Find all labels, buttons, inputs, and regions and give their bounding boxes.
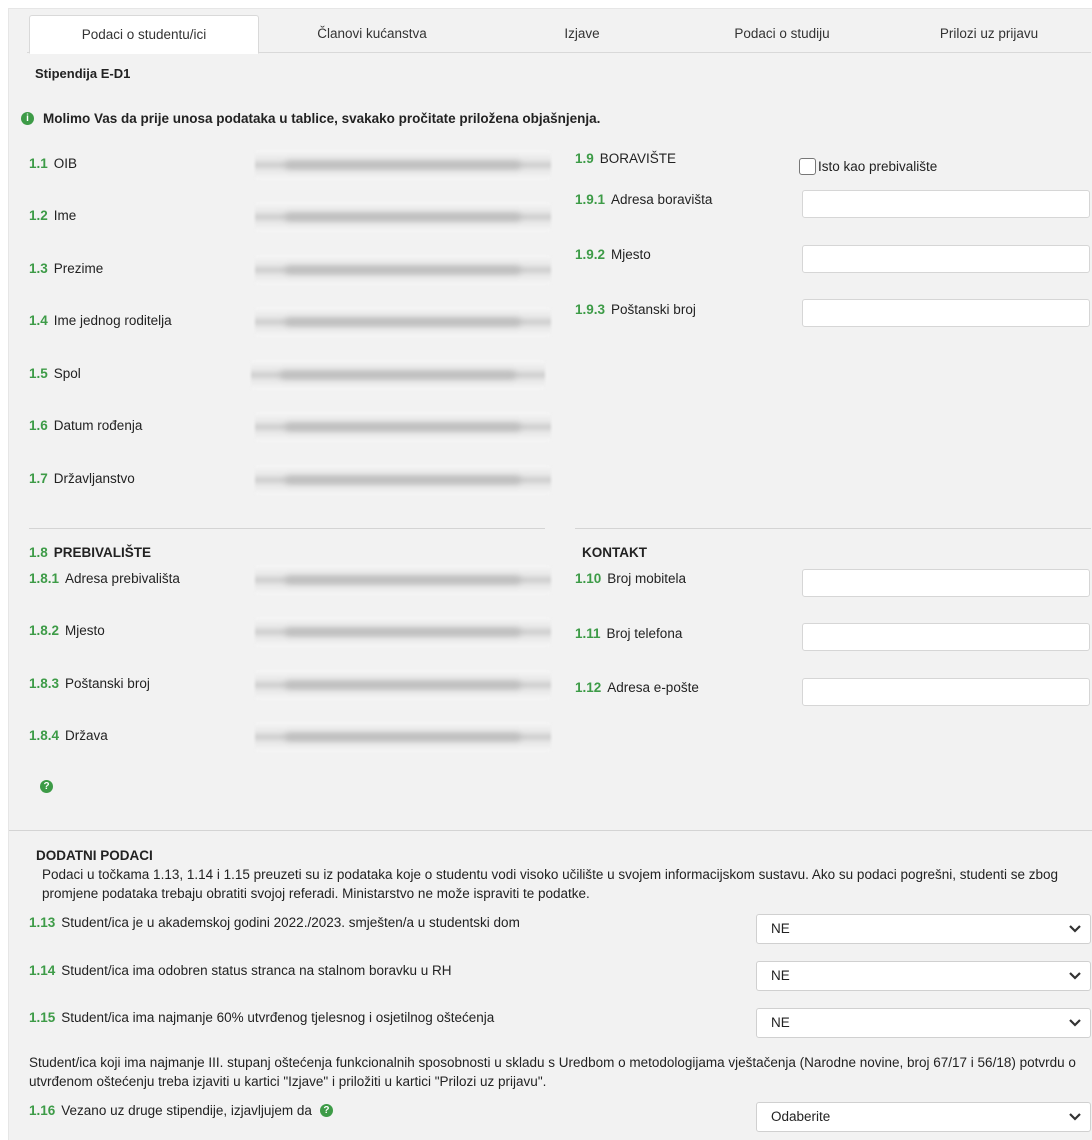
broj-mobitela-input[interactable]: [802, 569, 1090, 597]
question-1-14-select[interactable]: NE: [756, 961, 1091, 991]
mjesto-prebivalista-blurred: [255, 617, 551, 647]
postanski-broj-boravista-input[interactable]: [802, 299, 1090, 327]
question-1-16-select[interactable]: Odaberite: [756, 1102, 1091, 1132]
form-title: Stipendija E-D1: [35, 66, 131, 81]
mjesto-boravista-input[interactable]: [802, 245, 1090, 273]
field-label-adresa-prebivalista: 1.8.1 Adresa prebivališta: [29, 571, 180, 586]
info-message: i Molimo Vas da prije unosa podataka u t…: [21, 111, 600, 126]
field-label-postanski-broj-boravista: 1.9.3 Poštanski broj: [575, 302, 696, 317]
adresa-prebivalista-blurred: [255, 565, 551, 595]
drzavljanstvo-value-blurred: [255, 465, 551, 495]
dodatni-note-line1: Student/ica koji ima najmanje III. stupa…: [29, 1055, 1076, 1070]
tab-clanovi-kucanstva[interactable]: Članovi kućanstva: [267, 15, 477, 54]
divider: [575, 528, 1091, 529]
chevron-down-icon: [1069, 972, 1081, 980]
select-value: NE: [771, 968, 790, 983]
dodatni-podaci-heading: DODATNI PODACI: [36, 848, 153, 863]
field-label-datum-rodjenja: 1.6 Datum rođenja: [29, 418, 143, 433]
question-1-15-select[interactable]: NE: [756, 1008, 1091, 1038]
dodatni-intro-line1: Podaci u točkama 1.13, 1.14 i 1.15 preuz…: [42, 867, 1059, 882]
question-1-15-label: 1.15 Student/ica ima najmanje 60% utvrđen…: [29, 1010, 495, 1025]
select-value: NE: [771, 1015, 790, 1030]
question-1-14-label: 1.14 Student/ica ima odobren status stran…: [29, 963, 452, 978]
field-label-ime: 1.2 Ime: [29, 208, 77, 223]
tab-bar: Podaci o studentu/ici Članovi kućanstva …: [27, 15, 1091, 54]
field-label-mjesto-prebivalista: 1.8.2 Mjesto: [29, 623, 105, 638]
select-value: NE: [771, 921, 790, 936]
field-label-spol: 1.5 Spol: [29, 366, 81, 381]
divider: [9, 830, 1092, 831]
checkbox-box[interactable]: [799, 158, 816, 175]
question-1-13-select[interactable]: NE: [756, 914, 1091, 944]
adresa-boravista-input[interactable]: [802, 190, 1090, 218]
dodatni-note-line2: utvrđenom oštećenju treba izjaviti u kar…: [29, 1074, 547, 1089]
prezime-value-blurred: [255, 255, 551, 285]
field-label-adresa-e-poste: 1.12 Adresa e-pošte: [575, 680, 699, 695]
tab-podaci-o-studentu[interactable]: Podaci o studentu/ici: [29, 15, 259, 54]
datum-value-blurred: [255, 412, 551, 442]
checkbox-label: Isto kao prebivalište: [818, 159, 938, 174]
spol-value-blurred: [251, 360, 545, 390]
field-label-broj-mobitela: 1.10 Broj mobitela: [575, 571, 687, 586]
chevron-down-icon: [1069, 1113, 1081, 1121]
field-label-drzavljanstvo: 1.7 Državljanstvo: [29, 471, 135, 486]
question-1-13-label: 1.13 Student/ica je u akademskoj godini 2…: [29, 915, 520, 930]
question-1-16-label: 1.16 Vezano uz druge stipendije, izjavlju…: [29, 1103, 342, 1118]
field-label-oib: 1.1 OIB: [29, 156, 78, 171]
info-text: Molimo Vas da prije unosa podataka u tab…: [43, 111, 601, 126]
broj-telefona-input[interactable]: [802, 623, 1090, 651]
prebivaliste-heading: 1.8 PREBIVALIŠTE: [29, 545, 152, 560]
oib-value-blurred: [255, 150, 551, 180]
form-frame: Podaci o studentu/ici Članovi kućanstva …: [8, 8, 1092, 1140]
field-label-ime-roditelja: 1.4 Ime jednog roditelja: [29, 313, 172, 328]
chevron-down-icon: [1069, 1019, 1081, 1027]
adresa-e-poste-input[interactable]: [802, 678, 1090, 706]
chevron-down-icon: [1069, 925, 1081, 933]
select-value: Odaberite: [771, 1109, 831, 1124]
drzava-blurred: [255, 722, 551, 752]
boraviste-heading: 1.9 BORAVIŠTE: [575, 151, 677, 166]
kontakt-heading: KONTAKT: [582, 545, 647, 560]
info-icon: i: [21, 112, 34, 125]
help-icon[interactable]: ?: [319, 1104, 333, 1117]
field-label-postanski-broj-prebivalista: 1.8.3 Poštanski broj: [29, 676, 150, 691]
dodatni-intro-line2: promjene podataka trebaju obratiti svojo…: [42, 886, 590, 901]
help-icon[interactable]: ?: [40, 780, 53, 793]
divider: [29, 528, 545, 529]
field-label-adresa-boravista: 1.9.1 Adresa boravišta: [575, 192, 713, 207]
roditelj-value-blurred: [255, 307, 551, 337]
tab-izjave[interactable]: Izjave: [487, 15, 677, 54]
field-label-mjesto-boravista: 1.9.2 Mjesto: [575, 247, 651, 262]
field-label-prezime: 1.3 Prezime: [29, 261, 104, 276]
tab-prilozi-uz-prijavu[interactable]: Prilozi uz prijavu: [889, 15, 1089, 54]
field-label-broj-telefona: 1.11 Broj telefona: [575, 626, 683, 641]
isto-kao-prebivaliste-checkbox[interactable]: Isto kao prebivalište: [799, 158, 937, 175]
postanski-broj-prebivalista-blurred: [255, 670, 551, 700]
field-label-drzava: 1.8.4 Država: [29, 728, 108, 743]
ime-value-blurred: [255, 202, 551, 232]
tab-podaci-o-studiju[interactable]: Podaci o studiju: [687, 15, 877, 54]
